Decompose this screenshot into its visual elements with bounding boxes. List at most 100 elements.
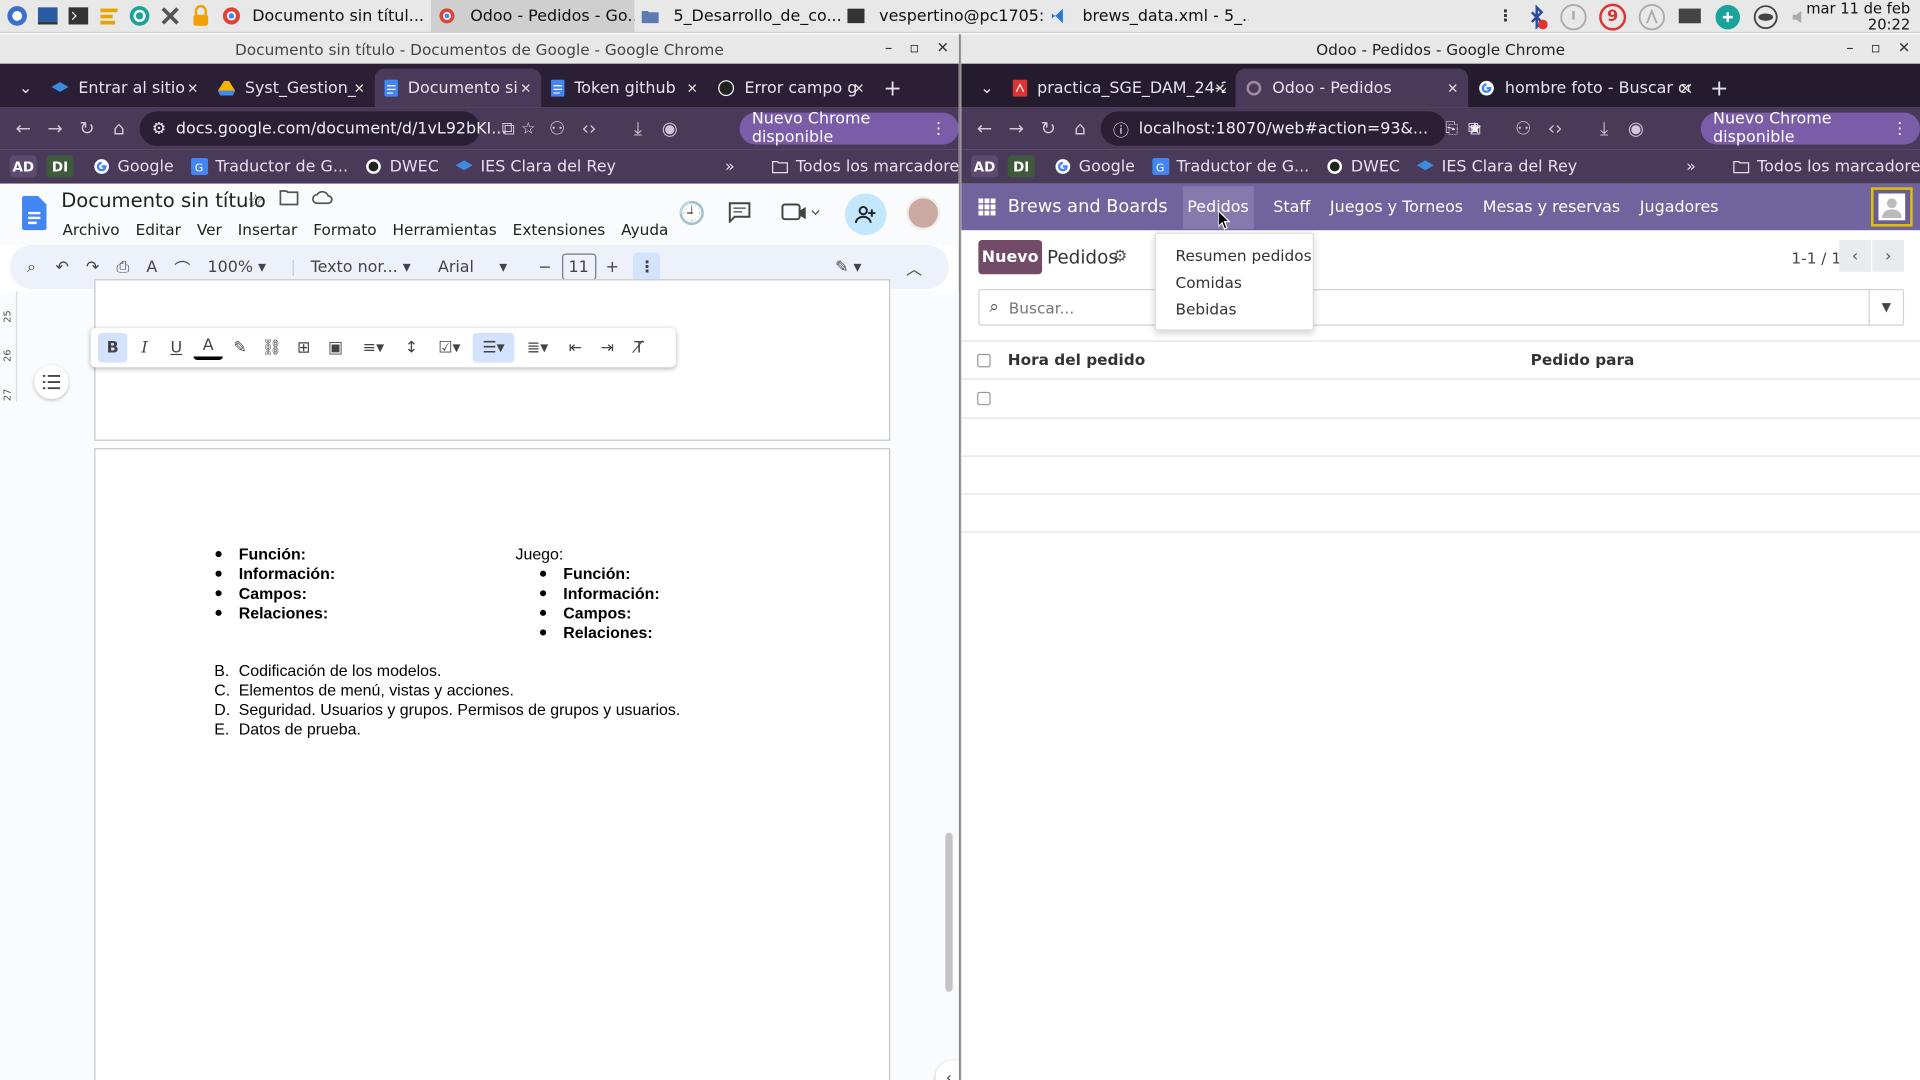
insert-image-icon[interactable]: ▣	[321, 333, 350, 362]
bulleted-list-icon[interactable]: ☰▾	[472, 333, 515, 363]
site-info-icon[interactable]: ⚙	[152, 119, 166, 137]
menu-mesas-reservas[interactable]: Mesas y reservas	[1483, 198, 1621, 216]
pager-previous-icon[interactable]: ‹	[1839, 240, 1872, 272]
home-icon[interactable]: ⌂	[103, 118, 135, 140]
tab-token[interactable]: Token github ✕	[541, 69, 708, 108]
menu-insertar[interactable]: Insertar	[238, 220, 298, 238]
dropdown-item-bebidas[interactable]: Bebidas	[1176, 300, 1237, 318]
link-icon[interactable]: ⛓	[257, 333, 286, 362]
decrease-indent-icon[interactable]: ⇤	[561, 333, 590, 362]
vertical-scrollbar[interactable]	[945, 832, 953, 992]
bookmarks-overflow-icon[interactable]: »	[725, 157, 735, 175]
more-vert-icon[interactable]: ⋮	[1498, 7, 1514, 25]
select-all-checkbox[interactable]	[977, 353, 991, 368]
incognito-icon[interactable]: ⚇	[1507, 118, 1539, 140]
clear-formatting-icon[interactable]: T̸	[624, 333, 653, 362]
tab-documento[interactable]: Documento si ✕	[374, 68, 542, 108]
menu-editar[interactable]: Editar	[136, 220, 181, 238]
close-tab-icon[interactable]: ✕	[687, 80, 698, 96]
bookmark-star-icon[interactable]: ☆	[521, 119, 535, 137]
apps-grid-icon[interactable]	[978, 198, 996, 216]
table-row[interactable]	[961, 380, 1920, 418]
update-icon[interactable]	[1560, 3, 1587, 30]
zoom-select[interactable]: 100% ▾	[207, 258, 266, 276]
align-icon[interactable]: ≡▾	[353, 333, 395, 362]
print-icon[interactable]: ⎙	[116, 258, 129, 276]
reload-icon[interactable]: ↻	[71, 118, 103, 140]
highlight-icon[interactable]: ✎	[225, 333, 254, 362]
menu-jugadores[interactable]: Jugadores	[1640, 198, 1719, 216]
new-tab-button[interactable]: +	[874, 69, 911, 108]
side-panel-toggle-icon[interactable]: ‹	[935, 1060, 959, 1080]
window-titlebar[interactable]: Odoo - Pedidos - Google Chrome – ▫ ✕	[961, 34, 1920, 64]
display-icon[interactable]	[1678, 7, 1702, 27]
dropdown-item-comidas[interactable]: Comidas	[1176, 273, 1242, 291]
vpn-icon[interactable]	[1714, 3, 1741, 30]
pager-value[interactable]: 1-1 / 1	[1791, 249, 1841, 267]
forward-icon[interactable]: →	[39, 118, 71, 140]
menu-archivo[interactable]: Archivo	[62, 220, 119, 238]
bold-icon[interactable]: B	[97, 333, 128, 363]
bluetooth-icon[interactable]	[1526, 4, 1548, 29]
all-bookmarks[interactable]: Todos los marcadores	[1733, 157, 1920, 176]
profile-bookmark[interactable]: AD	[9, 155, 37, 178]
avatar[interactable]	[906, 195, 941, 231]
url-field[interactable]: ⚙ docs.google.com/document/d/1vL92bKI...…	[139, 111, 535, 146]
bookmark-google[interactable]: Google	[93, 157, 174, 176]
star-icon[interactable]: ☆	[247, 190, 263, 212]
page-current[interactable]: Función: Información: Campos: Relaciones…	[94, 448, 891, 1080]
task-vscode[interactable]: brews_data.xml - 5_...	[1043, 0, 1249, 32]
site-info-icon[interactable]: ⓘ	[1113, 117, 1129, 140]
close-tab-icon[interactable]: ✕	[1214, 80, 1225, 96]
search-menus-icon[interactable]: ⌕	[27, 258, 36, 276]
menu-juegos-torneos[interactable]: Juegos y Torneos	[1330, 198, 1463, 216]
bookmarks-overflow-icon[interactable]: »	[1686, 157, 1696, 175]
history-icon[interactable]: 🕘	[678, 201, 705, 227]
paint-format-icon[interactable]: ⌒	[174, 255, 190, 278]
task-terminal[interactable]: vespertino@pc1705:...	[840, 0, 1043, 32]
notification-badge[interactable]: 9	[1599, 3, 1627, 31]
close-icon[interactable]: ✕	[1898, 39, 1910, 56]
bookmark-dwec[interactable]: DWEC	[365, 157, 439, 176]
back-icon[interactable]: ←	[969, 118, 1001, 140]
download-icon[interactable]: ⤓	[1588, 118, 1620, 140]
system-menu-icon[interactable]	[4, 2, 31, 29]
gear-icon[interactable]: ⚙	[1113, 247, 1127, 265]
tab-syst[interactable]: Syst_Gestion_ ✕	[208, 69, 375, 108]
bookmark-star-icon[interactable]: ★	[1468, 119, 1482, 137]
increase-font-icon[interactable]: +	[606, 258, 619, 276]
line-spacing-icon[interactable]: ↕	[397, 333, 426, 362]
outline-button[interactable]	[34, 364, 69, 400]
add-comment-icon[interactable]: ⊞	[289, 333, 318, 362]
bookmark-dwec[interactable]: DWEC	[1326, 157, 1400, 176]
tab-search-icon[interactable]: ⌄	[971, 69, 1003, 108]
all-bookmarks[interactable]: Todos los marcadores	[771, 157, 959, 176]
task-odoo[interactable]: Odoo - Pedidos - Go...	[431, 0, 635, 33]
chrome-icon[interactable]	[218, 2, 245, 29]
app-name[interactable]: Brews and Boards	[1008, 197, 1168, 217]
close-tab-icon[interactable]: ✕	[520, 80, 531, 96]
task-docs[interactable]: Documento sin títul...	[245, 0, 431, 32]
dropdown-item-resumen[interactable]: Resumen pedidos	[1176, 246, 1312, 264]
tab-odoo-pedidos[interactable]: Odoo - Pedidos ✕	[1235, 68, 1469, 108]
reload-icon[interactable]: ↻	[1032, 118, 1064, 140]
profile-bookmark[interactable]: DI	[1007, 155, 1035, 178]
accessibility-icon[interactable]	[1638, 3, 1666, 30]
bookmark-ies[interactable]: IES Clara del Rey	[455, 157, 616, 176]
tools-icon[interactable]	[157, 2, 184, 29]
back-icon[interactable]: ←	[7, 118, 39, 140]
profile-icon[interactable]: ◉	[654, 118, 686, 140]
install-app-icon[interactable]: ⎘	[1445, 119, 1458, 137]
menu-ayuda[interactable]: Ayuda	[621, 220, 668, 238]
menu-herramientas[interactable]: Herramientas	[392, 220, 496, 238]
close-tab-icon[interactable]: ✕	[354, 80, 365, 96]
notes-icon[interactable]	[96, 2, 123, 29]
forward-icon[interactable]: →	[1000, 118, 1032, 140]
window-titlebar[interactable]: Documento sin título - Documentos de Goo…	[0, 34, 959, 64]
font-size-field[interactable]: 11	[561, 253, 596, 281]
user-avatar[interactable]	[1871, 187, 1913, 227]
incognito-icon[interactable]: ⚇	[541, 118, 573, 140]
move-folder-icon[interactable]	[279, 189, 299, 206]
increase-indent-icon[interactable]: ⇥	[593, 333, 622, 362]
bookmark-ies[interactable]: IES Clara del Rey	[1417, 157, 1577, 176]
